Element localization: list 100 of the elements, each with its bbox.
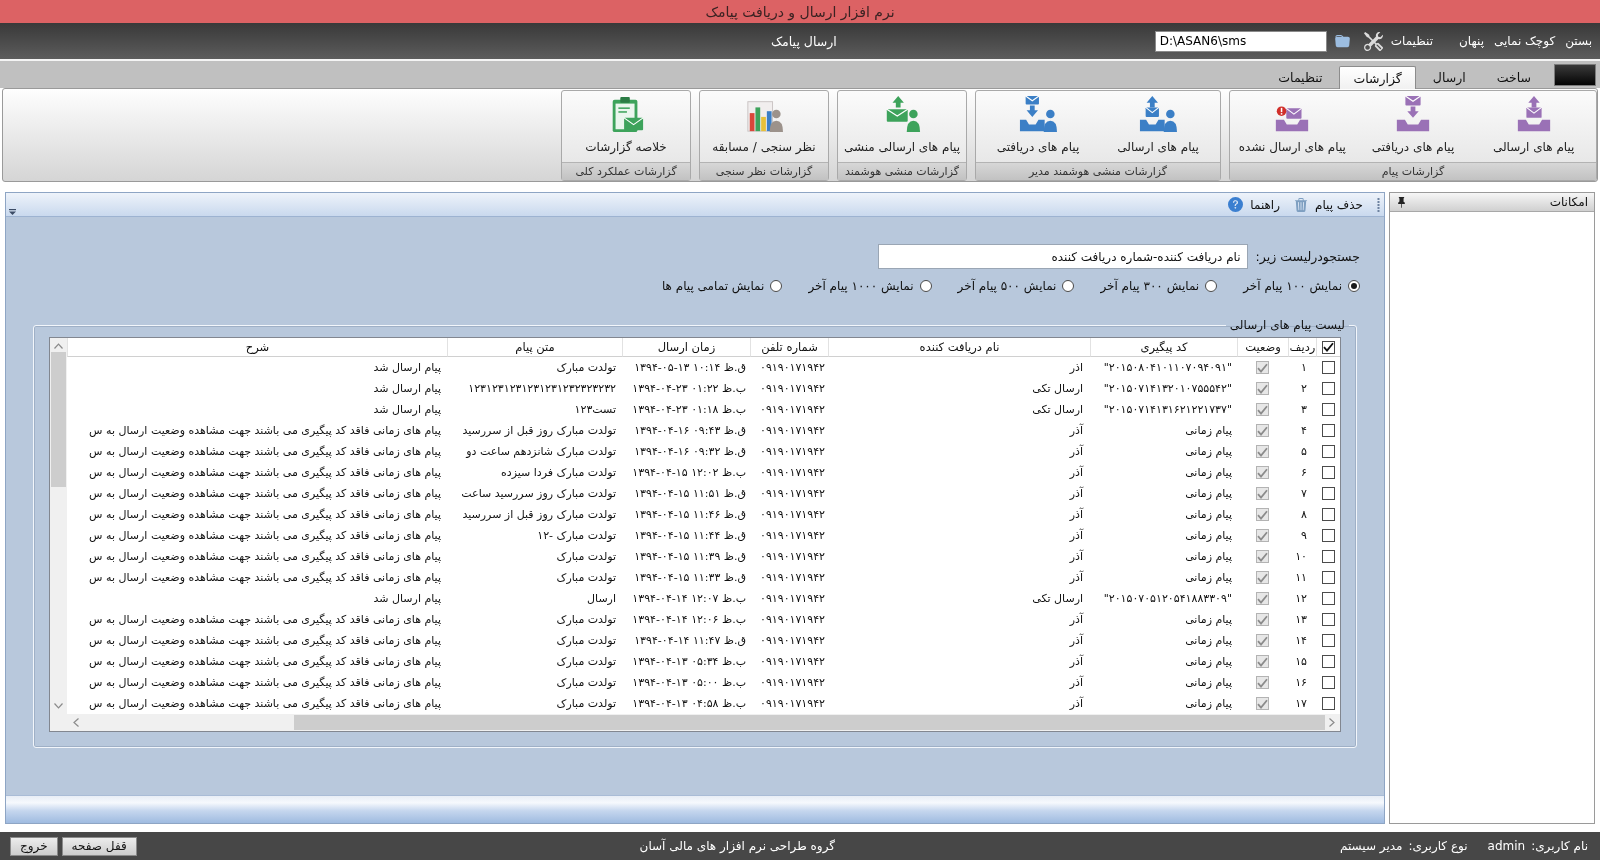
ribbon-button[interactable]: پیام های دریافتی bbox=[1352, 94, 1474, 162]
checkbox[interactable] bbox=[1321, 571, 1335, 584]
table-cell-text: ارسال تکی bbox=[1031, 402, 1084, 418]
radio-option[interactable]: نمایش ۳۰۰ پیام آخر bbox=[1100, 279, 1218, 293]
checkbox[interactable] bbox=[1256, 676, 1269, 689]
scrollbar-thumb[interactable] bbox=[51, 352, 66, 487]
ribbon-button[interactable]: نظر سنجی / مسابقه bbox=[702, 94, 826, 162]
checkbox[interactable] bbox=[1256, 466, 1269, 479]
window-button[interactable]: کوچک نمایی bbox=[1492, 34, 1558, 48]
pin-icon[interactable] bbox=[1396, 196, 1407, 208]
table-cell-text: "۲۰۱۵۰۷۱۴۱۳۱۶۲۱۲۲۱۷۳۷" bbox=[1102, 402, 1233, 418]
checkbox[interactable] bbox=[1321, 382, 1335, 395]
vertical-scrollbar[interactable] bbox=[50, 338, 67, 714]
column-header[interactable]: زمان ارسال bbox=[622, 338, 750, 357]
radio-icon[interactable] bbox=[1062, 280, 1075, 292]
checkbox[interactable] bbox=[1256, 403, 1269, 416]
table-cell-text: ۱۵ bbox=[1294, 654, 1308, 670]
checkbox[interactable] bbox=[1321, 676, 1335, 689]
group-title: لیست پیام های ارسالی bbox=[1228, 318, 1346, 332]
toolbar-button[interactable]: راهنما bbox=[1228, 197, 1280, 212]
path-field[interactable]: D:\ASAN6\sms bbox=[1154, 30, 1327, 52]
checkbox[interactable] bbox=[1321, 634, 1335, 647]
ribbon-button[interactable]: پیام های ارسالی bbox=[1098, 94, 1218, 162]
checkbox[interactable] bbox=[1321, 697, 1335, 710]
table-cell-text: آذر bbox=[1068, 464, 1085, 481]
checkmark-icon bbox=[1257, 635, 1268, 646]
table-cell-text: ۱۰ bbox=[1294, 549, 1308, 565]
ribbon-button[interactable]: پیام های ارسالی منشی bbox=[840, 94, 964, 162]
table-cell-text: ۰۹۱۹۰۱۷۱۹۴۲ bbox=[759, 360, 826, 376]
column-header[interactable]: شماره تلفن bbox=[750, 338, 828, 357]
checkbox[interactable] bbox=[1321, 508, 1335, 521]
checkbox[interactable] bbox=[1256, 571, 1269, 584]
toolbar-button[interactable]: حذف پیام bbox=[1293, 197, 1363, 212]
table-cell-text: تولدت مبارک روز قبل از سررسید bbox=[461, 507, 617, 523]
folder-icon[interactable] bbox=[1334, 33, 1350, 49]
checkbox[interactable] bbox=[1321, 424, 1335, 437]
scroll-down-icon[interactable] bbox=[54, 703, 63, 709]
checkbox[interactable] bbox=[1256, 550, 1269, 563]
checkbox[interactable] bbox=[1256, 361, 1269, 374]
dropdown-arrow-icon[interactable] bbox=[9, 209, 16, 215]
radio-icon[interactable] bbox=[919, 280, 932, 292]
column-header[interactable]: شرح bbox=[67, 338, 447, 357]
checkbox[interactable] bbox=[1321, 445, 1335, 458]
tab[interactable]: ارسال bbox=[1418, 65, 1480, 88]
scrollbar-thumb[interactable] bbox=[294, 715, 1325, 730]
ribbon-button[interactable]: پیام های دریافتی bbox=[978, 94, 1098, 162]
radio-icon[interactable] bbox=[770, 280, 783, 292]
scroll-up-icon[interactable] bbox=[54, 343, 63, 349]
table-cell-text: ق.ظ ۱۱:۳۹ ۱۵-۰۴-۱۳۹۴ bbox=[633, 549, 747, 565]
checkbox[interactable] bbox=[1256, 508, 1269, 521]
window-button[interactable]: بستن bbox=[1563, 34, 1594, 48]
column-header[interactable]: متن پیام bbox=[447, 338, 622, 357]
tab[interactable]: ساخت bbox=[1482, 65, 1545, 88]
checkbox[interactable] bbox=[1256, 529, 1269, 542]
checkbox[interactable] bbox=[1321, 529, 1335, 542]
column-header[interactable]: وضعیت bbox=[1237, 338, 1288, 357]
checkbox[interactable] bbox=[1321, 592, 1335, 605]
checkbox[interactable] bbox=[1321, 403, 1335, 416]
checkbox[interactable] bbox=[1256, 382, 1269, 395]
checkmark-icon bbox=[1323, 342, 1334, 352]
checkbox[interactable] bbox=[1256, 634, 1269, 647]
radio-icon[interactable] bbox=[1348, 280, 1360, 292]
tab[interactable]: تنظیمات bbox=[1264, 65, 1337, 88]
checkbox[interactable] bbox=[1321, 361, 1335, 374]
search-field[interactable]: نام دریافت کننده-شماره دریافت کننده bbox=[877, 244, 1248, 269]
ribbon-button[interactable]: پیام های ارسالی bbox=[1473, 94, 1594, 162]
checkbox[interactable] bbox=[1321, 487, 1335, 500]
radio-option[interactable]: نمایش تمامی پیام ها bbox=[661, 279, 783, 293]
status-button[interactable]: خروج bbox=[10, 836, 58, 856]
checkbox[interactable] bbox=[1321, 466, 1335, 479]
ribbon-button[interactable]: خلاصه گزارشات bbox=[564, 94, 688, 162]
checkbox[interactable] bbox=[1256, 613, 1269, 626]
checkbox[interactable] bbox=[1256, 592, 1269, 605]
radio-option[interactable]: نمایش ۱۰۰۰ پیام آخر bbox=[808, 279, 932, 293]
window-button[interactable]: پنهان bbox=[1457, 34, 1486, 48]
checkbox[interactable] bbox=[1256, 424, 1269, 437]
checkbox[interactable] bbox=[1256, 487, 1269, 500]
scroll-right-icon[interactable] bbox=[1329, 718, 1335, 727]
checkbox[interactable] bbox=[1321, 613, 1335, 626]
app-menu-button[interactable] bbox=[1554, 64, 1596, 86]
checkbox[interactable] bbox=[1256, 445, 1269, 458]
ribbon-button[interactable]: پیام های ارسال نشده bbox=[1232, 94, 1353, 162]
checkbox[interactable] bbox=[1321, 550, 1335, 563]
column-header[interactable]: کد پیگیری bbox=[1090, 338, 1237, 357]
scroll-left-icon[interactable] bbox=[73, 718, 79, 727]
checkbox[interactable] bbox=[1322, 340, 1335, 354]
status-button[interactable]: قفل صفحه bbox=[61, 836, 137, 856]
checkbox[interactable] bbox=[1256, 655, 1269, 668]
column-header[interactable]: ردیف bbox=[1288, 338, 1316, 357]
tab[interactable]: گزارشات bbox=[1339, 66, 1416, 89]
radio-option[interactable]: نمایش ۵۰۰ پیام آخر bbox=[957, 279, 1075, 293]
radio-option[interactable]: نمایش ۱۰۰ پیام آخر bbox=[1243, 279, 1360, 293]
checkbox[interactable] bbox=[1256, 697, 1269, 710]
radio-icon[interactable] bbox=[1205, 280, 1218, 292]
settings-button[interactable]: تنظیمات bbox=[1363, 31, 1434, 51]
table-cell-text: پیام زمانی bbox=[1184, 486, 1233, 502]
inbox-person-icon bbox=[1019, 96, 1057, 134]
checkbox[interactable] bbox=[1321, 655, 1335, 668]
table-cell-text: تولدت مبارک bbox=[555, 675, 617, 691]
column-header[interactable]: نام دریافت کننده bbox=[828, 338, 1090, 357]
